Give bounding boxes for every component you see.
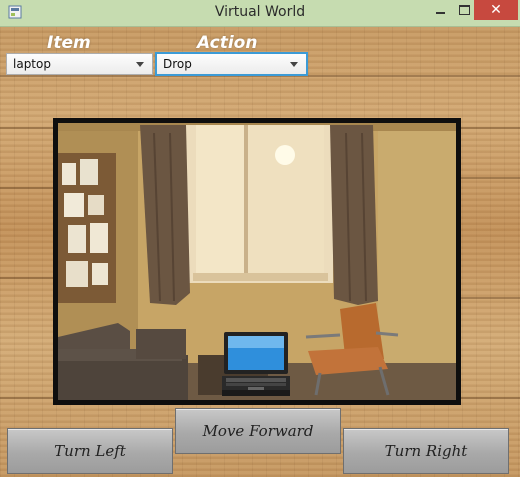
move-forward-button[interactable]: Move Forward <box>175 408 341 454</box>
item-select-value: laptop <box>13 57 51 71</box>
action-label: Action <box>197 33 258 53</box>
notice-board <box>58 153 116 303</box>
laptop-icon[interactable] <box>222 332 292 402</box>
turn-left-button[interactable]: Turn Left <box>7 428 173 474</box>
minimize-button[interactable] <box>429 0 451 20</box>
item-label: Item <box>47 33 91 53</box>
maximize-icon <box>458 5 470 15</box>
chevron-down-icon <box>290 62 298 67</box>
maximize-button[interactable] <box>453 0 475 20</box>
item-select[interactable]: laptop <box>6 53 153 75</box>
sofa <box>58 323 188 400</box>
close-button[interactable]: ✕ <box>474 0 518 20</box>
turn-right-button[interactable]: Turn Right <box>343 428 509 474</box>
action-select-value: Drop <box>163 57 192 71</box>
title-bar: Virtual World ✕ <box>0 0 520 27</box>
plank-line <box>0 277 60 279</box>
room-window <box>183 125 333 283</box>
chevron-down-icon <box>136 62 144 67</box>
minimize-icon <box>435 12 445 14</box>
curtain-right <box>330 125 378 305</box>
plank-line <box>460 297 520 299</box>
close-icon: ✕ <box>490 2 502 18</box>
plank-line <box>460 177 520 179</box>
plank-line <box>0 187 60 189</box>
action-select[interactable]: Drop <box>155 52 308 76</box>
